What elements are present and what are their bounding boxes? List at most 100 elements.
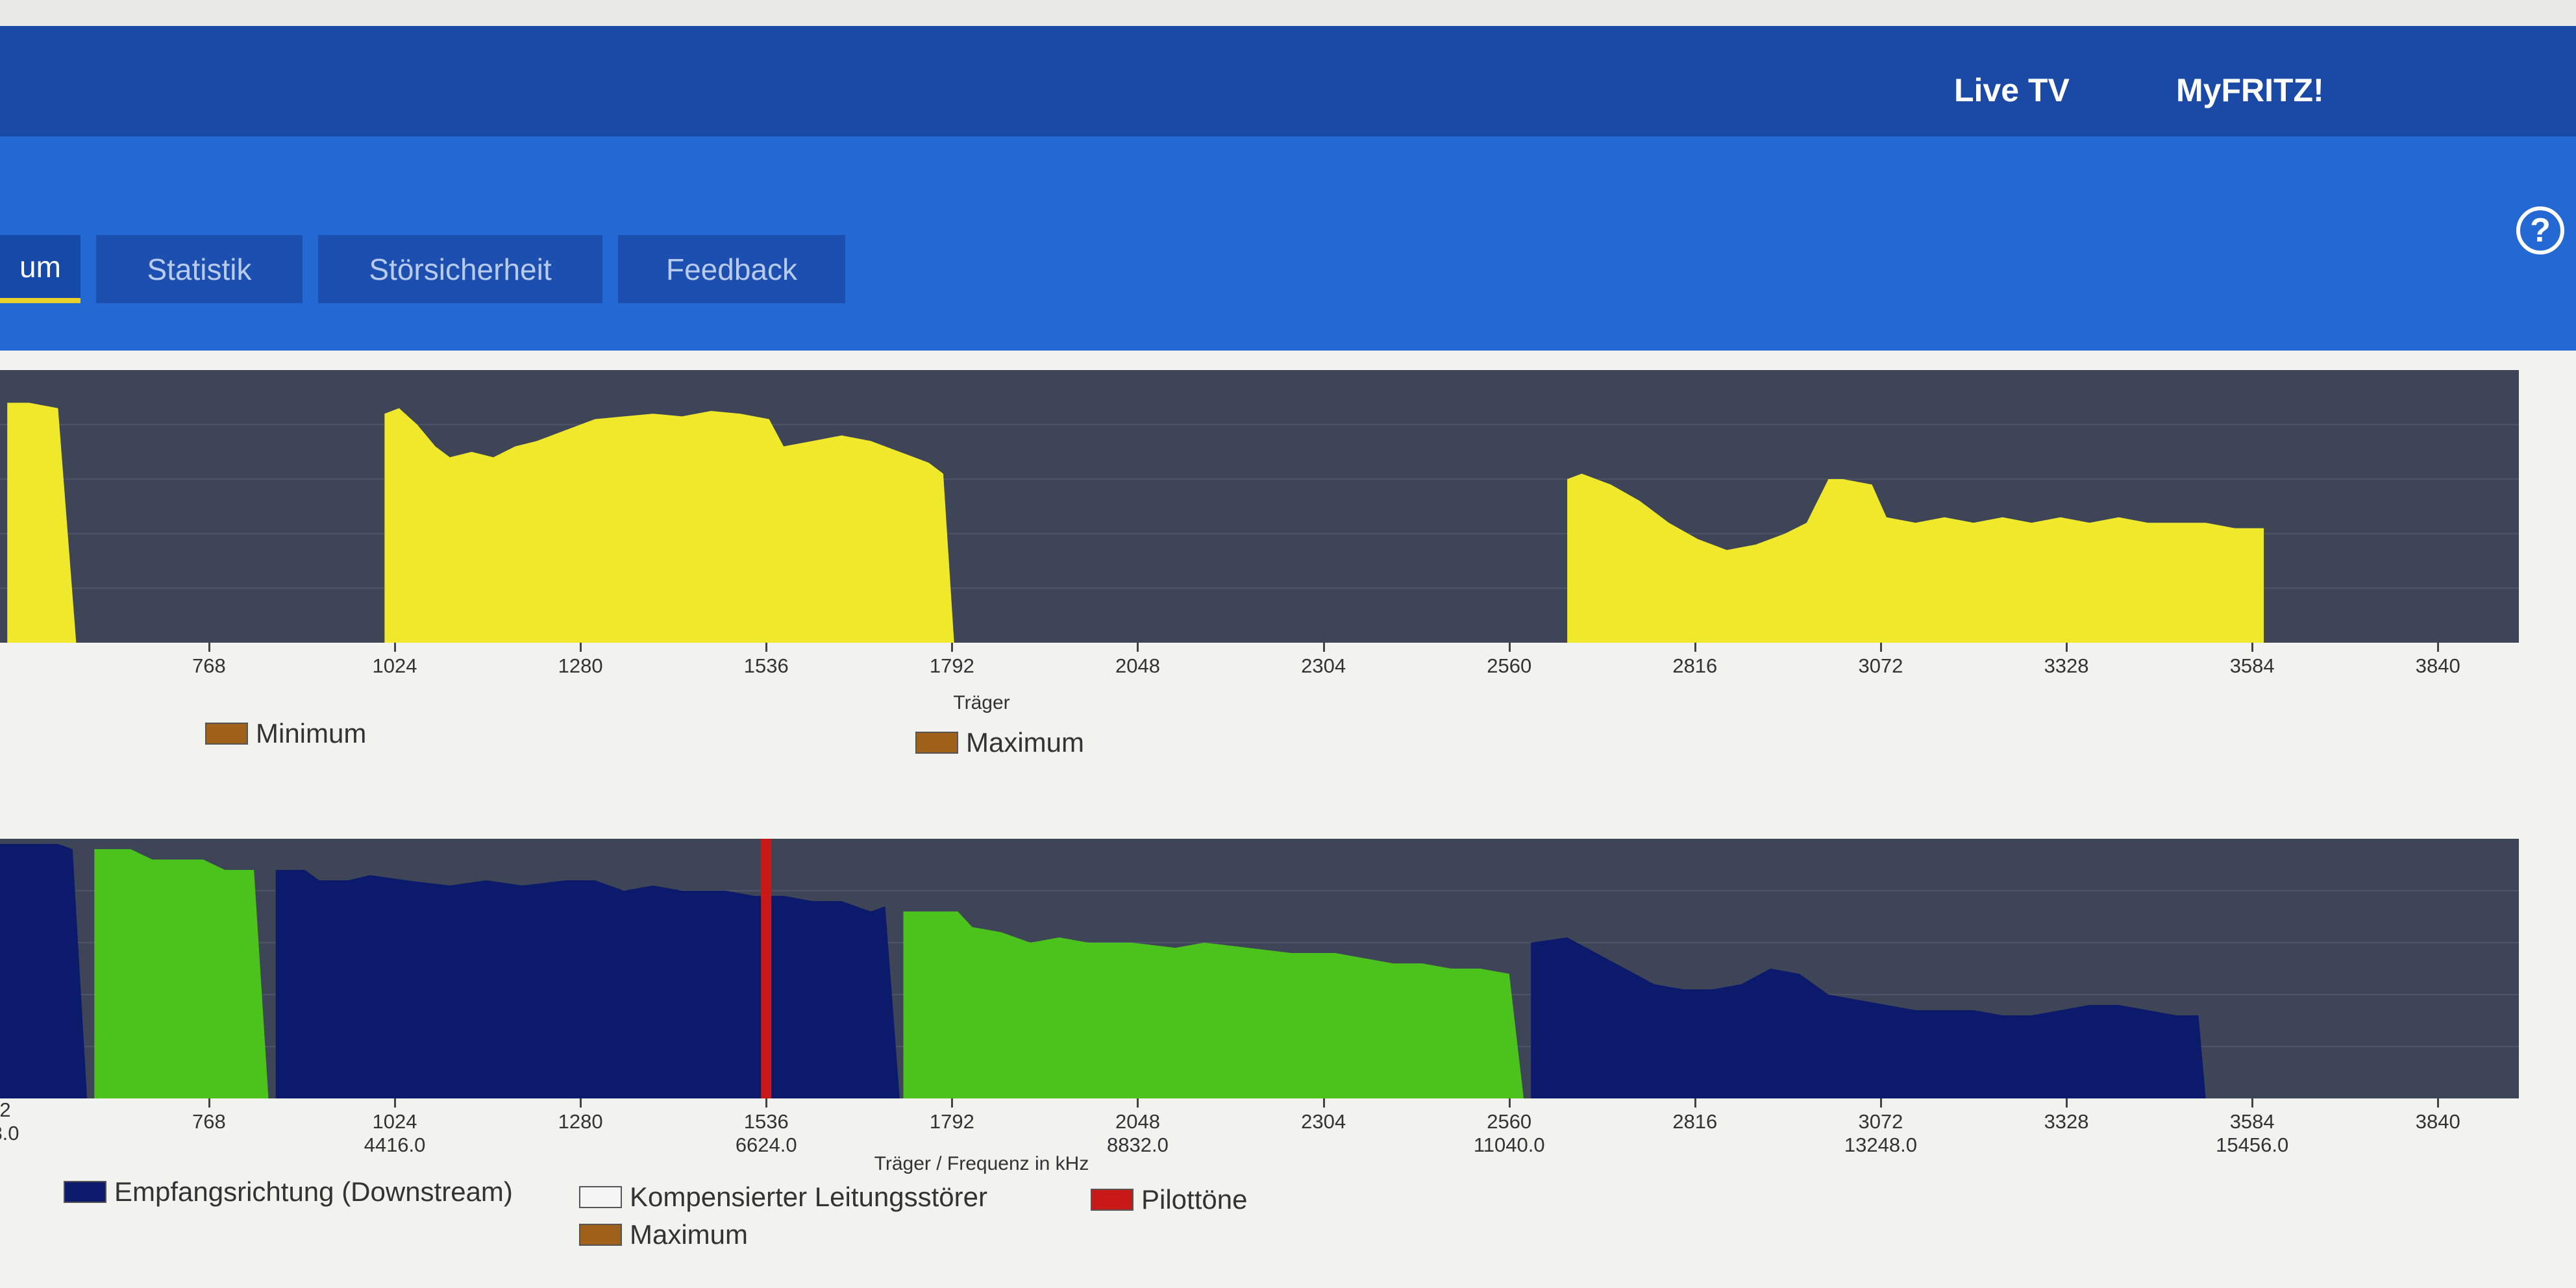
chart2-tick-label-carrier: 2304 — [1301, 1110, 1346, 1133]
legend-maximum-lower-label: Maximum — [630, 1219, 749, 1250]
chart1-tickmark — [1879, 643, 1882, 652]
upper-chart-x-axis: 768 1024 1280 1536 1792 2048 2304 2560 2816 3072 3… — [0, 643, 2519, 721]
chart2-tickmark — [1694, 1098, 1696, 1108]
chart1-tick-label: 3072 — [1858, 654, 1903, 678]
chart1-tickmark — [951, 643, 954, 652]
chart2-tick-label: 768 — [192, 1110, 226, 1133]
chart2-tick-label-frequency: 4416.0 — [364, 1133, 426, 1156]
upper-chart-x-axis-title: Träger — [953, 692, 1010, 713]
legend-downstream-label: Empfangsrichtung (Downstream) — [114, 1176, 513, 1207]
chart2-tick-label: 3072 13248.0 — [1844, 1110, 1917, 1157]
chart1-tick-label: 2560 — [1487, 654, 1531, 678]
chart2-tick-label: 1280 — [558, 1110, 603, 1133]
chart1-tick-label-carrier: 2048 — [1115, 654, 1160, 677]
chart1-tick-label-carrier: 768 — [192, 654, 226, 677]
chart2-tick-label-carrier: 3072 — [1858, 1110, 1903, 1133]
legend-maximum-swatch — [915, 732, 958, 754]
help-icon[interactable]: ? — [2516, 206, 2564, 254]
chart2-tickmark — [1322, 1098, 1325, 1108]
lower-axis-partial-label: 2 8.0 — [0, 1098, 19, 1145]
chart2-tickmark — [951, 1098, 954, 1108]
chart2-tickmark — [2251, 1098, 2254, 1108]
chart1-tick-label-carrier: 3584 — [2229, 654, 2275, 677]
chart2-tick-label: 3840 — [2416, 1110, 2460, 1133]
chart1-tick-label-carrier: 2560 — [1487, 654, 1532, 677]
legend-downstream-swatch — [64, 1181, 106, 1203]
tab-spectrum[interactable]: um — [0, 235, 80, 303]
chart1-tickmark — [1694, 643, 1696, 652]
chart2-tickmark — [2066, 1098, 2068, 1108]
live-tv-link[interactable]: Live TV — [1954, 71, 2070, 109]
chart1-tick-label-carrier: 2816 — [1672, 654, 1718, 677]
legend-minimum: Minimum — [205, 718, 366, 749]
chart1-tickmark — [1508, 643, 1511, 652]
legend-maximum: Maximum — [915, 727, 1084, 758]
upper-spectrum-svg — [0, 402, 2519, 643]
chart2-tick-label-frequency: 13248.0 — [1844, 1133, 1917, 1156]
legend-compensated-noise: Kompensierter Leitungsstörer — [579, 1182, 987, 1213]
chart1-series-2-area — [1567, 473, 2264, 643]
chart1-tick-label: 2048 — [1115, 654, 1160, 678]
legend-pilot-tones-label: Pilottöne — [1141, 1184, 1248, 1215]
myfritz-link[interactable]: MyFRITZ! — [2176, 71, 2324, 109]
tab-stoersicherheit[interactable]: Störsicherheit — [318, 235, 602, 303]
chart1-tick-label: 3328 — [2044, 654, 2089, 678]
chart1-tick-label: 2816 — [1672, 654, 1717, 678]
chart1-tick-label-carrier: 2304 — [1301, 654, 1346, 677]
chart1-tickmark — [2251, 643, 2254, 652]
chart2-tick-label: 2304 — [1301, 1110, 1346, 1133]
sub-navigation-bar: um Statistik Störsicherheit Feedback ? — [0, 136, 2576, 351]
chart2-tickmark — [765, 1098, 768, 1108]
tab-statistik-label: Statistik — [147, 252, 252, 286]
lower-chart-x-axis-title: Träger / Frequenz in kHz — [874, 1153, 1089, 1174]
chart2-tick-label: 1024 4416.0 — [364, 1110, 426, 1157]
chart1-tick-label-carrier: 3072 — [1858, 654, 1903, 677]
legend-compensated-noise-swatch — [579, 1186, 622, 1208]
chart2-tick-label: 1536 6624.0 — [736, 1110, 797, 1157]
lower-chart-x-axis: 768 1024 4416.0 1280 1536 6624.0 1792 2048 8832.… — [0, 1098, 2519, 1176]
chart1-tickmark — [765, 643, 768, 652]
lower-spectrum-chart — [0, 839, 2519, 1098]
help-icon-glyph: ? — [2530, 212, 2551, 249]
chart2-tickmark — [1137, 1098, 1139, 1108]
chart2-tick-label: 2816 — [1672, 1110, 1717, 1133]
legend-minimum-label: Minimum — [256, 718, 367, 749]
chart2-tick-label: 3328 — [2044, 1110, 2089, 1133]
pilot-tone-marker — [761, 839, 772, 1098]
legend-minimum-swatch — [205, 723, 248, 745]
chart1-tickmark — [2066, 643, 2068, 652]
chart1-tickmark — [394, 643, 396, 652]
chart1-tick-label-carrier: 3328 — [2044, 654, 2089, 677]
chart1-tickmark — [2437, 643, 2440, 652]
legend-compensated-noise-label: Kompensierter Leitungsstörer — [630, 1182, 987, 1212]
chart2-tickmark — [2437, 1098, 2440, 1108]
legend-maximum-label: Maximum — [966, 727, 1085, 758]
chart2-tick-label-frequency: 15456.0 — [2216, 1133, 2289, 1156]
tab-spectrum-label: um — [19, 249, 61, 284]
chart2-tick-label-frequency: 11040.0 — [1473, 1133, 1545, 1156]
chart2-tick-label-carrier: 3840 — [2415, 1110, 2460, 1133]
chart1-series-1-area — [384, 408, 954, 643]
chart2-tick-label-frequency: 6624.0 — [735, 1133, 797, 1156]
chart1-tick-label: 768 — [192, 654, 226, 678]
chart1-tick-label: 3840 — [2416, 654, 2460, 678]
chart1-tick-label-carrier: 1280 — [558, 654, 603, 677]
chart2-tickmark — [394, 1098, 396, 1108]
chart1-series-0-area — [7, 402, 77, 643]
chart2-tick-label-carrier: 768 — [192, 1110, 226, 1133]
upper-spectrum-chart — [0, 370, 2519, 643]
tab-feedback[interactable]: Feedback — [618, 235, 845, 303]
chart2-series-1-area — [94, 849, 269, 1098]
chart1-tick-label: 1280 — [558, 654, 603, 678]
chart1-tick-label: 1792 — [930, 654, 974, 678]
tab-feedback-label: Feedback — [665, 252, 797, 286]
chart1-tick-label: 2304 — [1301, 654, 1346, 678]
lower-axis-partial-label-bottom: 8.0 — [0, 1122, 19, 1145]
chart2-tick-label: 3584 15456.0 — [2216, 1110, 2288, 1157]
chart2-tick-label-carrier: 1024 — [372, 1110, 417, 1133]
legend-pilot-tones-swatch — [1091, 1189, 1133, 1211]
tab-statistik[interactable]: Statistik — [96, 235, 303, 303]
chart2-tick-label-carrier: 2816 — [1672, 1110, 1718, 1133]
chart2-series-3-area — [903, 911, 1524, 1098]
legend-maximum-lower: Maximum — [579, 1219, 748, 1250]
